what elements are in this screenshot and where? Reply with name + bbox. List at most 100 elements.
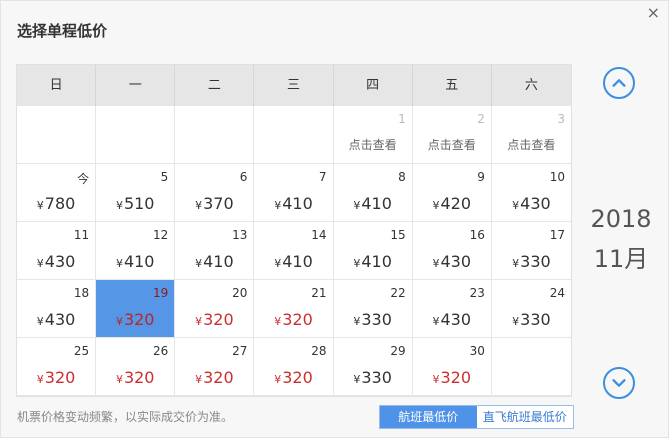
calendar-day-cell[interactable]: 12 ¥410: [96, 222, 176, 280]
price-value: 320: [123, 310, 155, 329]
weekday-tue: 二: [175, 65, 255, 106]
day-price: ¥410: [254, 194, 332, 213]
calendar-day-cell[interactable]: 15 ¥410: [333, 222, 413, 280]
currency-symbol: ¥: [432, 315, 440, 328]
price-value: 370: [203, 194, 234, 213]
calendar-day-cell[interactable]: 9 ¥420: [412, 164, 492, 222]
price-disclaimer: 机票价格变动频繁，以实际成交价为准。: [17, 410, 234, 424]
day-price: ¥430: [17, 310, 95, 329]
day-price: ¥410: [254, 252, 332, 271]
year-label: 2018: [590, 205, 652, 233]
view-price-link[interactable]: 点击查看: [492, 136, 571, 153]
calendar-day-cell[interactable]: 19 ¥320: [96, 280, 176, 338]
calendar-grid: 1 点击查看 2 点击查看 3 点击查看今 ¥780 5 ¥510 6 ¥370 7 ¥410 8 ¥410…: [17, 106, 571, 396]
price-value: 410: [123, 252, 155, 271]
day-number: 7: [318, 170, 327, 184]
prev-month-button[interactable]: [603, 67, 635, 99]
day-price: ¥410: [96, 252, 174, 271]
price-value: 320: [203, 310, 234, 329]
currency-symbol: ¥: [36, 199, 44, 212]
calendar-day-cell[interactable]: 30 ¥320: [412, 338, 492, 396]
day-number: 今: [77, 172, 90, 186]
direct-flight-price-tab[interactable]: 直飞航班最低价: [477, 406, 574, 428]
price-value: 430: [440, 310, 472, 329]
day-price: ¥410: [334, 252, 412, 271]
currency-symbol: ¥: [274, 257, 282, 270]
price-value: 330: [361, 310, 392, 329]
currency-symbol: ¥: [115, 199, 123, 212]
price-value: 410: [361, 194, 392, 213]
price-value: 410: [282, 252, 313, 271]
price-value: 430: [44, 310, 76, 329]
price-value: 320: [44, 368, 76, 387]
weekday-mon: 一: [96, 65, 176, 106]
day-price: ¥330: [334, 310, 412, 329]
currency-symbol: ¥: [432, 257, 440, 270]
calendar-day-cell[interactable]: 今 ¥780: [17, 164, 97, 222]
day-number: 15: [390, 228, 406, 242]
day-number: 18: [73, 286, 90, 300]
currency-symbol: ¥: [353, 257, 361, 270]
calendar-day-cell[interactable]: 21 ¥320: [254, 280, 334, 338]
price-value: 320: [123, 368, 155, 387]
currency-symbol: ¥: [36, 315, 44, 328]
calendar-empty-cell: [175, 106, 255, 164]
weekday-sun: 日: [17, 65, 97, 106]
day-number: 3: [557, 112, 565, 126]
calendar-day-cell[interactable]: 13 ¥410: [175, 222, 255, 280]
calendar-day-cell[interactable]: 6 ¥370: [175, 164, 255, 222]
calendar-day-cell[interactable]: 16 ¥430: [412, 222, 492, 280]
calendar-day-cell[interactable]: 3 点击查看: [491, 106, 571, 164]
currency-symbol: ¥: [36, 373, 44, 386]
day-price: ¥420: [413, 194, 491, 213]
currency-symbol: ¥: [274, 315, 282, 328]
view-price-link[interactable]: 点击查看: [413, 136, 491, 153]
calendar-day-cell[interactable]: 17 ¥330: [491, 222, 571, 280]
calendar-day-cell[interactable]: 11 ¥430: [17, 222, 97, 280]
day-number: 13: [232, 228, 248, 242]
day-price: ¥320: [254, 368, 332, 387]
currency-symbol: ¥: [432, 199, 440, 212]
price-value: 330: [520, 252, 551, 271]
calendar-day-cell[interactable]: 20 ¥320: [175, 280, 255, 338]
currency-symbol: ¥: [195, 199, 203, 212]
calendar-empty-cell: [254, 106, 334, 164]
currency-symbol: ¥: [115, 315, 123, 328]
calendar-day-cell[interactable]: 5 ¥510: [96, 164, 176, 222]
day-price: ¥780: [17, 194, 95, 213]
calendar-day-cell[interactable]: 29 ¥330: [333, 338, 413, 396]
day-price: ¥320: [17, 368, 95, 387]
close-icon[interactable]: ×: [647, 5, 660, 21]
day-number: 23: [469, 286, 485, 300]
calendar-day-cell[interactable]: 2 点击查看: [412, 106, 492, 164]
day-price: ¥430: [413, 310, 491, 329]
calendar-day-cell[interactable]: 24 ¥330: [491, 280, 571, 338]
calendar-day-cell[interactable]: 10 ¥430: [491, 164, 571, 222]
calendar-day-cell[interactable]: 18 ¥430: [17, 280, 97, 338]
day-price: ¥330: [492, 310, 571, 329]
calendar-day-cell[interactable]: 7 ¥410: [254, 164, 334, 222]
price-calendar-dialog: 选择单程低价 × 日 一 二 三 四 五 六 1 点击查看 2 点击查看 3 点击查看今 ¥…: [0, 0, 669, 438]
calendar-day-cell[interactable]: 26 ¥320: [96, 338, 176, 396]
calendar-day-cell[interactable]: 27 ¥320: [175, 338, 255, 396]
view-price-link[interactable]: 点击查看: [334, 136, 412, 153]
day-price: ¥410: [175, 252, 253, 271]
calendar-day-cell[interactable]: 1 点击查看: [333, 106, 413, 164]
calendar-day-cell[interactable]: 23 ¥430: [412, 280, 492, 338]
calendar-day-cell[interactable]: 28 ¥320: [254, 338, 334, 396]
day-number: 20: [232, 286, 248, 300]
calendar-day-cell[interactable]: 25 ¥320: [17, 338, 97, 396]
currency-symbol: ¥: [432, 373, 440, 386]
calendar-empty-cell: [17, 106, 97, 164]
next-month-button[interactable]: [603, 367, 635, 399]
price-value: 420: [440, 194, 472, 213]
calendar-day-cell[interactable]: 22 ¥330: [333, 280, 413, 338]
currency-symbol: ¥: [512, 257, 520, 270]
price-value: 330: [520, 310, 551, 329]
calendar-day-cell[interactable]: 14 ¥410: [254, 222, 334, 280]
price-value: 410: [282, 194, 313, 213]
lowest-flight-price-tab[interactable]: 航班最低价: [380, 406, 477, 428]
calendar-day-cell[interactable]: 8 ¥410: [333, 164, 413, 222]
calendar-empty-cell: [96, 106, 176, 164]
day-price: ¥320: [175, 310, 253, 329]
